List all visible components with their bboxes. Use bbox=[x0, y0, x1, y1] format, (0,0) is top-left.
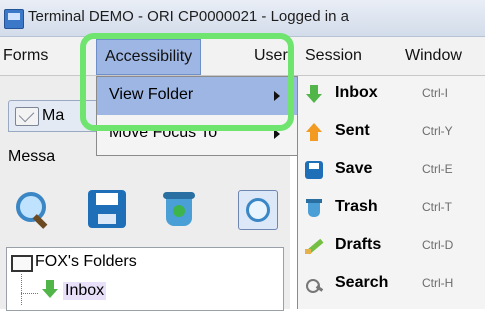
submenu-label: Drafts bbox=[335, 236, 382, 253]
save-disk-icon[interactable] bbox=[88, 190, 126, 228]
menu-forms[interactable]: Forms bbox=[3, 47, 48, 65]
folder-icon bbox=[11, 255, 33, 272]
shortcut-label: Ctrl-H bbox=[422, 276, 454, 290]
submenu-sent[interactable]: Sent Ctrl-Y bbox=[298, 114, 485, 152]
mail-tab-label: Ma bbox=[42, 107, 65, 124]
messages-menu-label[interactable]: Messa bbox=[8, 148, 55, 166]
submenu-inbox[interactable]: Inbox Ctrl-I bbox=[298, 76, 485, 114]
submenu-drafts[interactable]: Drafts Ctrl-D bbox=[298, 228, 485, 266]
trash-icon bbox=[305, 199, 323, 217]
folder-tree: FOX's Folders Inbox bbox=[6, 247, 284, 311]
terminal-app-icon bbox=[4, 9, 24, 29]
trash-can-icon[interactable] bbox=[160, 190, 198, 228]
submenu-label: Sent bbox=[335, 122, 370, 139]
highlight-annotation-ring bbox=[80, 33, 294, 131]
search-magnifier-icon[interactable] bbox=[14, 190, 52, 229]
submenu-search[interactable]: Search Ctrl-H bbox=[298, 266, 485, 304]
view-folder-submenu: Inbox Ctrl-I Sent Ctrl-Y Save Ctrl-E Tra… bbox=[297, 76, 485, 309]
find-window-icon[interactable] bbox=[238, 190, 278, 230]
shortcut-label: Ctrl-E bbox=[422, 162, 453, 176]
tree-connector bbox=[21, 293, 38, 295]
title-bar: Terminal DEMO - ORI CP0000021 - Logged i… bbox=[0, 0, 485, 37]
shortcut-label: Ctrl-D bbox=[422, 238, 454, 252]
search-icon bbox=[305, 275, 323, 293]
save-icon bbox=[305, 161, 323, 179]
tree-item-inbox[interactable]: Inbox bbox=[63, 282, 107, 300]
submenu-label: Search bbox=[335, 274, 389, 291]
tree-connector bbox=[21, 274, 23, 305]
folder-tree-root[interactable]: FOX's Folders bbox=[35, 253, 137, 271]
shortcut-label: Ctrl-T bbox=[422, 200, 452, 214]
submenu-label: Trash bbox=[335, 198, 378, 215]
window-title: Terminal DEMO - ORI CP0000021 - Logged i… bbox=[28, 8, 349, 25]
menu-session[interactable]: Session bbox=[305, 47, 362, 65]
inbox-arrow-icon bbox=[305, 85, 323, 103]
shortcut-label: Ctrl-Y bbox=[422, 124, 453, 138]
inbox-arrow-icon bbox=[42, 280, 58, 298]
submenu-label: Inbox bbox=[335, 84, 378, 101]
shortcut-label: Ctrl-I bbox=[422, 86, 448, 100]
menu-window[interactable]: Window bbox=[405, 47, 462, 65]
drafts-icon bbox=[305, 237, 323, 255]
submenu-trash[interactable]: Trash Ctrl-T bbox=[298, 190, 485, 228]
submenu-label: Save bbox=[335, 160, 373, 177]
submenu-save[interactable]: Save Ctrl-E bbox=[298, 152, 485, 190]
envelope-icon bbox=[15, 107, 39, 126]
sent-arrow-icon bbox=[305, 123, 323, 141]
